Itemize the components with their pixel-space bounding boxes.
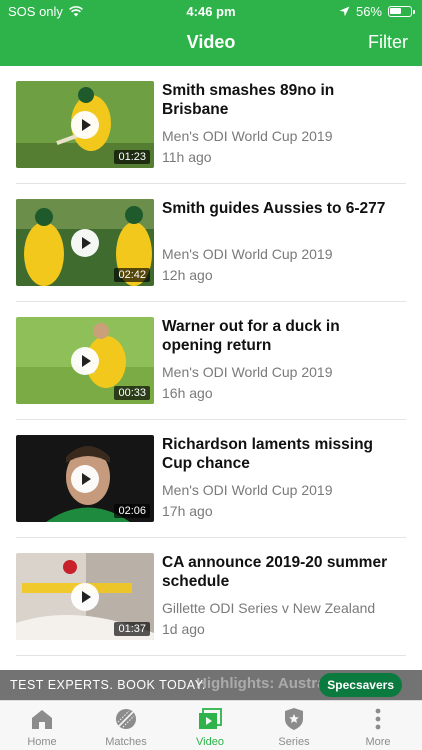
video-title[interactable]: Richardson laments missing Cup chance <box>162 435 394 473</box>
tab-label: More <box>365 736 391 748</box>
divider <box>16 655 406 656</box>
video-title[interactable]: CA announce 2019-20 summer schedule <box>162 553 394 591</box>
video-time-ago: 12h ago <box>162 267 213 283</box>
tab-bar: Home Matches Video Series More <box>0 700 422 750</box>
location-arrow-icon <box>339 6 350 17</box>
home-icon <box>32 710 52 729</box>
battery-level <box>390 8 401 14</box>
video-list-item[interactable]: 01:23 Smith smashes 89no in Brisbane Men… <box>0 66 422 184</box>
video-title[interactable]: Smith guides Aussies to 6-277 <box>162 199 394 218</box>
video-title[interactable]: Smith smashes 89no in Brisbane <box>162 81 394 119</box>
video-time-ago: 11h ago <box>162 149 212 165</box>
battery-percent: 56% <box>355 4 382 19</box>
more-dots-icon <box>375 708 381 730</box>
filter-button[interactable]: Filter <box>368 32 408 53</box>
video-duration: 01:37 <box>114 622 150 636</box>
video-series: Men's ODI World Cup 2019 <box>162 246 333 262</box>
tab-more[interactable]: More <box>336 701 420 750</box>
video-duration: 00:33 <box>114 386 150 400</box>
app-header: SOS only 4:46 pm 56% Video Filter <box>0 0 422 66</box>
battery-icon <box>388 6 415 17</box>
video-list-item[interactable]: 02:06 Richardson laments missing Cup cha… <box>0 420 422 538</box>
video-series: Men's ODI World Cup 2019 <box>162 482 333 498</box>
play-icon[interactable] <box>71 583 99 611</box>
video-list-item[interactable]: 02:42 Smith guides Aussies to 6-277 Men'… <box>0 184 422 302</box>
tab-label: Matches <box>105 736 147 748</box>
shield-icon <box>285 708 303 730</box>
status-bar: SOS only 4:46 pm 56% <box>0 0 422 22</box>
video-time-ago: 16h ago <box>162 385 213 401</box>
video-thumbnail[interactable]: 00:33 <box>16 317 154 404</box>
video-list: 01:23 Smith smashes 89no in Brisbane Men… <box>0 66 422 656</box>
play-icon[interactable] <box>71 229 99 257</box>
video-duration: 01:23 <box>114 150 150 164</box>
video-time-ago: 1d ago <box>162 621 205 637</box>
tab-home[interactable]: Home <box>0 701 84 750</box>
video-thumbnail[interactable]: 02:42 <box>16 199 154 286</box>
video-title[interactable]: Warner out for a duck in opening return <box>162 317 394 355</box>
video-duration: 02:42 <box>114 268 150 282</box>
video-thumbnail[interactable]: 01:37 <box>16 553 154 640</box>
page-title: Video <box>186 32 236 52</box>
ad-banner[interactable]: Highlights: Australia e TEST EXPERTS. BO… <box>0 670 422 700</box>
video-list-item[interactable]: 00:33 Warner out for a duck in opening r… <box>0 302 422 420</box>
video-icon <box>199 708 222 729</box>
status-right: 56% <box>339 4 415 19</box>
video-time-ago: 17h ago <box>162 503 213 519</box>
video-thumbnail[interactable]: 01:23 <box>16 81 154 168</box>
play-icon[interactable] <box>71 111 99 139</box>
play-icon[interactable] <box>71 465 99 493</box>
tab-label: Video <box>196 736 224 748</box>
tab-video[interactable]: Video <box>168 701 252 750</box>
video-series: Men's ODI World Cup 2019 <box>162 364 333 380</box>
ad-brand-logo[interactable]: Specsavers <box>319 673 402 697</box>
ad-text: TEST EXPERTS. BOOK TODAY. <box>10 678 206 692</box>
video-duration: 02:06 <box>114 504 150 518</box>
tab-matches[interactable]: Matches <box>84 701 168 750</box>
tab-label: Home <box>27 736 57 748</box>
video-series: Men's ODI World Cup 2019 <box>162 128 333 144</box>
tab-label: Series <box>278 736 310 748</box>
video-list-item[interactable]: 01:37 CA announce 2019-20 summer schedul… <box>0 538 422 656</box>
ball-icon <box>116 709 136 729</box>
play-icon[interactable] <box>71 347 99 375</box>
tab-series[interactable]: Series <box>252 701 336 750</box>
video-series: Gillette ODI Series v New Zealand <box>162 600 376 616</box>
video-thumbnail[interactable]: 02:06 <box>16 435 154 522</box>
